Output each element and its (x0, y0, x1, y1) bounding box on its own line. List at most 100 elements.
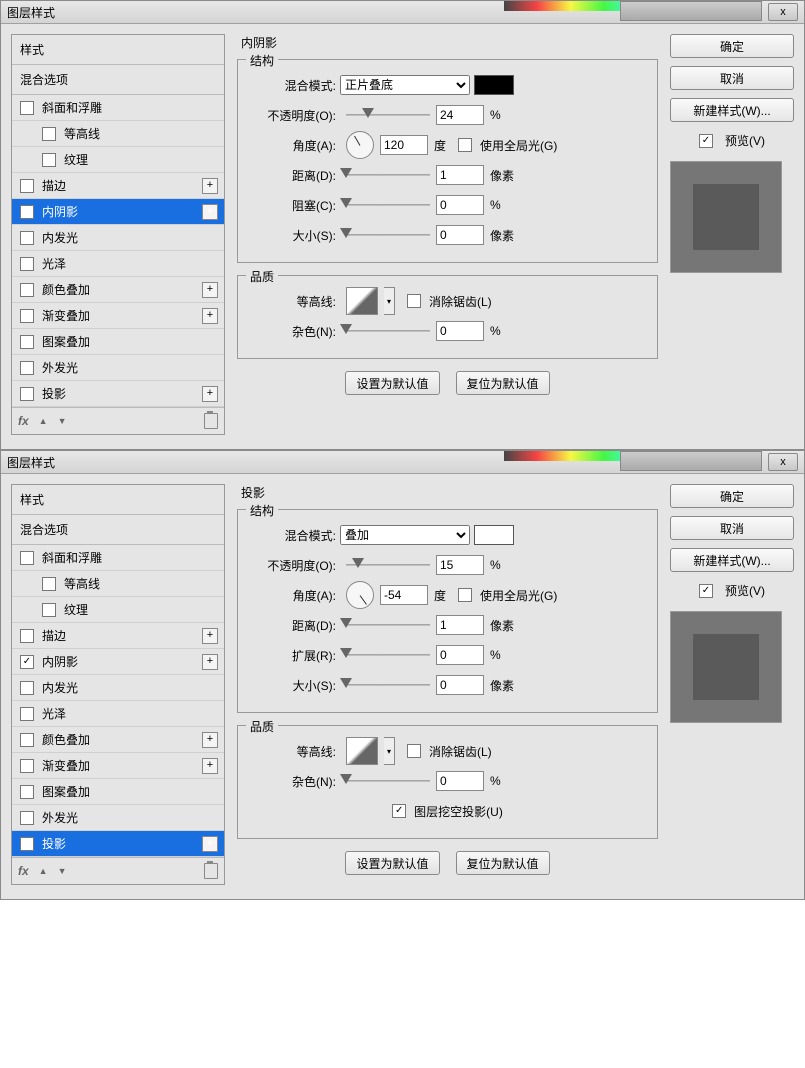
size-input[interactable] (436, 675, 484, 695)
style-item[interactable]: 颜色叠加+ (12, 277, 224, 303)
antialias-checkbox[interactable] (407, 744, 421, 758)
style-item[interactable]: 光泽 (12, 701, 224, 727)
add-effect-icon[interactable]: + (202, 386, 218, 402)
style-checkbox[interactable] (42, 153, 56, 167)
contour-picker[interactable] (346, 737, 378, 765)
style-item[interactable]: 内发光 (12, 675, 224, 701)
add-effect-icon[interactable]: + (202, 758, 218, 774)
preview-checkbox[interactable] (699, 584, 713, 598)
style-item[interactable]: 投影+ (12, 831, 224, 857)
add-effect-icon[interactable]: + (202, 732, 218, 748)
style-checkbox[interactable] (20, 629, 34, 643)
ok-button[interactable]: 确定 (670, 34, 794, 58)
preview-checkbox[interactable] (699, 134, 713, 148)
close-icon[interactable]: x (768, 3, 798, 21)
opacity-input[interactable] (436, 555, 484, 575)
style-checkbox[interactable] (20, 387, 34, 401)
style-checkbox[interactable] (20, 309, 34, 323)
choke-input[interactable] (436, 195, 484, 215)
style-checkbox[interactable] (20, 681, 34, 695)
style-item[interactable]: 斜面和浮雕 (12, 95, 224, 121)
style-checkbox[interactable] (20, 231, 34, 245)
size-input[interactable] (436, 225, 484, 245)
move-down-icon[interactable]: ▼ (58, 416, 67, 426)
blend-mode-select[interactable]: 叠加 (340, 525, 470, 545)
distance-input[interactable] (436, 165, 484, 185)
style-checkbox[interactable] (42, 603, 56, 617)
choke-input[interactable] (436, 645, 484, 665)
angle-input[interactable] (380, 135, 428, 155)
fx-menu-icon[interactable]: fx (18, 414, 29, 428)
distance-slider[interactable] (346, 168, 430, 182)
new-style-button[interactable]: 新建样式(W)... (670, 548, 794, 572)
style-checkbox[interactable] (20, 205, 34, 219)
style-item[interactable]: 投影+ (12, 381, 224, 407)
add-effect-icon[interactable]: + (202, 282, 218, 298)
styles-header[interactable]: 样式 (12, 35, 224, 65)
add-effect-icon[interactable]: + (202, 628, 218, 644)
style-item[interactable]: 内阴影+ (12, 649, 224, 675)
style-item[interactable]: 颜色叠加+ (12, 727, 224, 753)
close-icon[interactable]: x (768, 453, 798, 471)
antialias-checkbox[interactable] (407, 294, 421, 308)
set-default-button[interactable]: 设置为默认值 (345, 371, 439, 395)
angle-dial[interactable] (346, 581, 374, 609)
style-item[interactable]: 图案叠加 (12, 329, 224, 355)
distance-slider[interactable] (346, 618, 430, 632)
style-item[interactable]: 纹理 (12, 147, 224, 173)
move-up-icon[interactable]: ▲ (39, 866, 48, 876)
style-item[interactable]: 纹理 (12, 597, 224, 623)
trash-icon[interactable] (204, 863, 218, 879)
new-style-button[interactable]: 新建样式(W)... (670, 98, 794, 122)
contour-dropdown-icon[interactable]: ▾ (384, 737, 395, 765)
add-effect-icon[interactable]: + (202, 204, 218, 220)
add-effect-icon[interactable]: + (202, 654, 218, 670)
style-checkbox[interactable] (20, 655, 34, 669)
noise-input[interactable] (436, 321, 484, 341)
style-checkbox[interactable] (20, 101, 34, 115)
cancel-button[interactable]: 取消 (670, 66, 794, 90)
size-slider[interactable] (346, 228, 430, 242)
global-light-checkbox[interactable] (458, 138, 472, 152)
reset-default-button[interactable]: 复位为默认值 (456, 851, 550, 875)
fx-menu-icon[interactable]: fx (18, 864, 29, 878)
move-down-icon[interactable]: ▼ (58, 866, 67, 876)
opacity-slider[interactable] (346, 108, 430, 122)
color-swatch[interactable] (474, 75, 514, 95)
style-checkbox[interactable] (20, 551, 34, 565)
color-swatch[interactable] (474, 525, 514, 545)
style-checkbox[interactable] (20, 733, 34, 747)
add-effect-icon[interactable]: + (202, 836, 218, 852)
knockout-checkbox[interactable] (392, 804, 406, 818)
add-effect-icon[interactable]: + (202, 308, 218, 324)
style-item[interactable]: 等高线 (12, 121, 224, 147)
style-checkbox[interactable] (20, 785, 34, 799)
style-item[interactable]: 内发光 (12, 225, 224, 251)
angle-input[interactable] (380, 585, 428, 605)
style-checkbox[interactable] (42, 127, 56, 141)
style-checkbox[interactable] (42, 577, 56, 591)
blending-options-header[interactable]: 混合选项 (12, 515, 224, 545)
contour-dropdown-icon[interactable]: ▾ (384, 287, 395, 315)
style-checkbox[interactable] (20, 335, 34, 349)
opacity-slider[interactable] (346, 558, 430, 572)
style-item[interactable]: 描边+ (12, 173, 224, 199)
ok-button[interactable]: 确定 (670, 484, 794, 508)
style-checkbox[interactable] (20, 811, 34, 825)
style-checkbox[interactable] (20, 707, 34, 721)
style-checkbox[interactable] (20, 179, 34, 193)
choke-slider[interactable] (346, 648, 430, 662)
noise-input[interactable] (436, 771, 484, 791)
style-checkbox[interactable] (20, 759, 34, 773)
add-effect-icon[interactable]: + (202, 178, 218, 194)
styles-header[interactable]: 样式 (12, 485, 224, 515)
style-checkbox[interactable] (20, 283, 34, 297)
choke-slider[interactable] (346, 198, 430, 212)
style-item[interactable]: 渐变叠加+ (12, 753, 224, 779)
opacity-input[interactable] (436, 105, 484, 125)
style-item[interactable]: 外发光 (12, 805, 224, 831)
style-item[interactable]: 描边+ (12, 623, 224, 649)
reset-default-button[interactable]: 复位为默认值 (456, 371, 550, 395)
blending-options-header[interactable]: 混合选项 (12, 65, 224, 95)
contour-picker[interactable] (346, 287, 378, 315)
